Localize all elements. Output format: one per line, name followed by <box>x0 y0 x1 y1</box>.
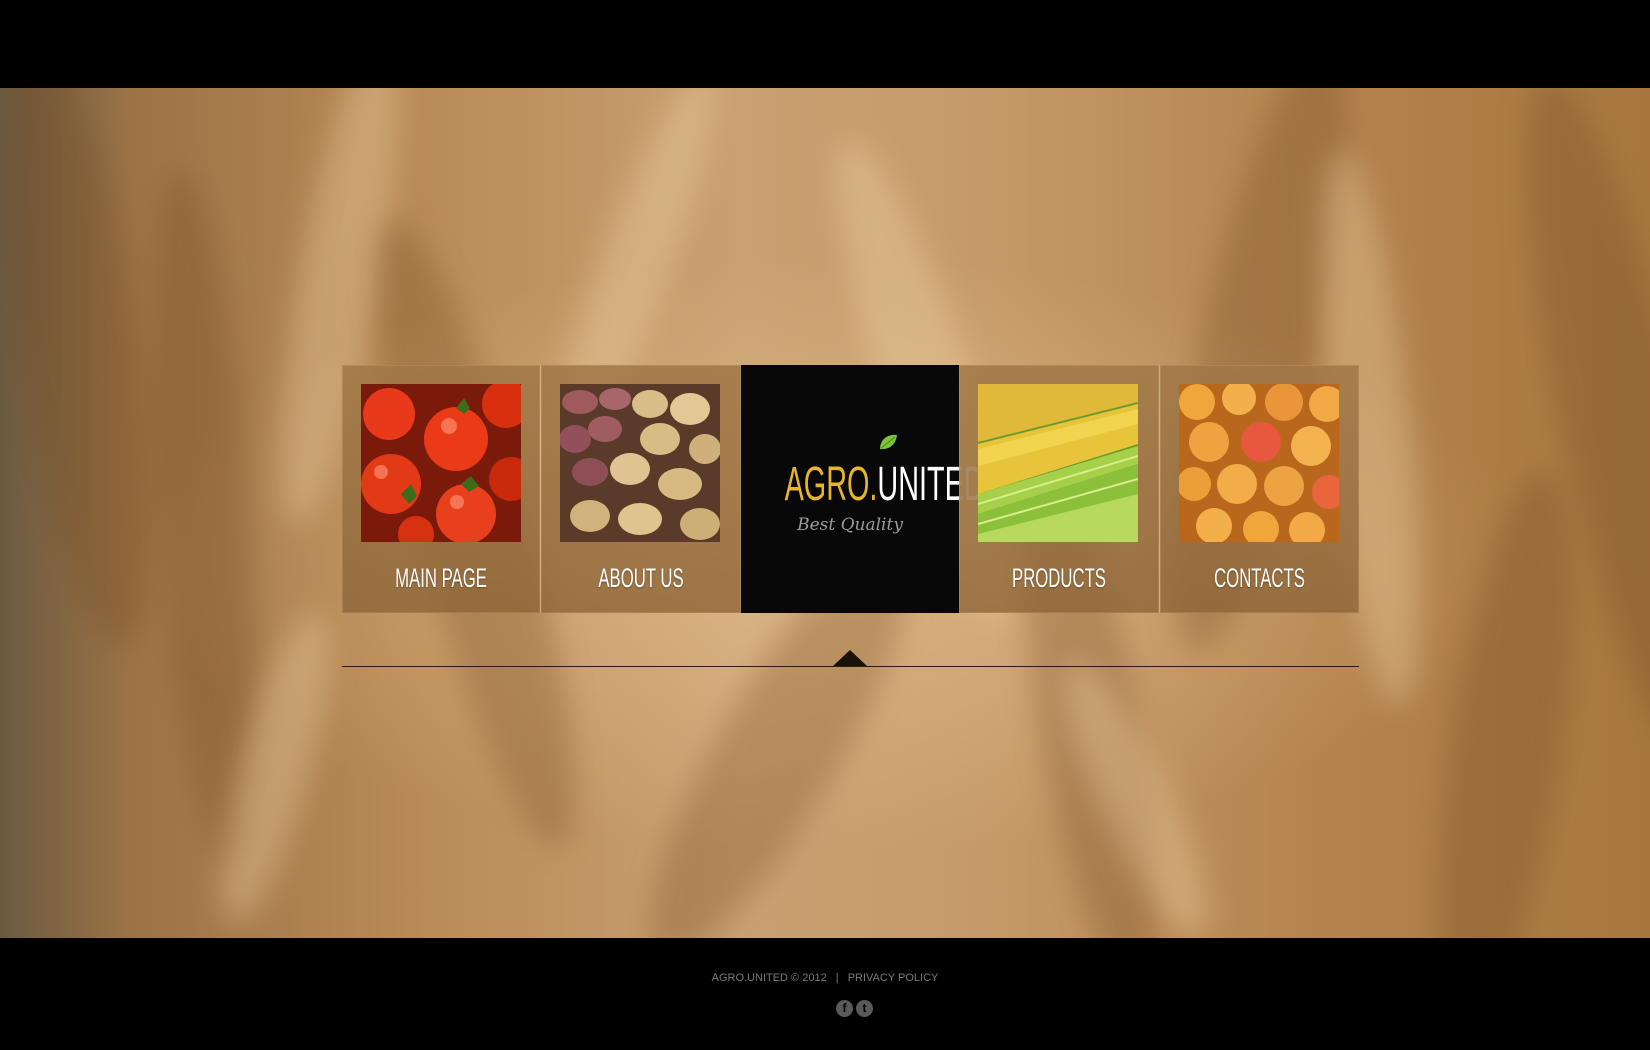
corn-image <box>978 384 1138 542</box>
tomatoes-image <box>361 384 521 542</box>
twitter-icon[interactable]: t <box>856 1000 873 1017</box>
nav-item-label: PRODUCTS <box>1012 563 1106 593</box>
top-bar <box>0 0 1650 88</box>
brand-name-part1: AGRO. <box>784 458 878 511</box>
active-indicator-icon <box>833 650 867 666</box>
logo-tile[interactable]: AGRO.UNITED Best Quality <box>741 365 985 613</box>
copyright-text: AGRO.UNITED © 2012 <box>711 972 827 984</box>
apricots-image <box>1179 384 1339 542</box>
footer-separator: | <box>835 972 839 984</box>
social-links: f t <box>836 1000 876 1018</box>
facebook-icon[interactable]: f <box>836 1000 853 1017</box>
nav-item-label: ABOUT US <box>598 563 684 593</box>
footer-text: AGRO.UNITED © 2012 | PRIVACY POLICY <box>0 972 1650 984</box>
nav-item-label: MAIN PAGE <box>395 563 487 593</box>
brand-logo: AGRO.UNITED <box>784 457 985 512</box>
nav-item-contacts[interactable]: CONTACTS <box>1160 365 1359 613</box>
leaf-icon <box>880 434 897 450</box>
footer: AGRO.UNITED © 2012 | PRIVACY POLICY f t <box>0 938 1650 1050</box>
nav-underline <box>342 666 1359 667</box>
potatoes-image <box>560 384 720 542</box>
nav-item-label: CONTACTS <box>1214 563 1305 593</box>
privacy-policy-link[interactable]: PRIVACY POLICY <box>848 972 939 984</box>
navigation-strip: MAIN PAGE ABOUT US AGRO.UNITED Best Qual… <box>342 365 1359 613</box>
brand-tagline: Best Quality <box>797 515 903 535</box>
nav-item-about-us[interactable]: ABOUT US <box>541 365 741 613</box>
nav-item-main-page[interactable]: MAIN PAGE <box>342 365 540 613</box>
nav-item-products[interactable]: PRODUCTS <box>959 365 1159 613</box>
